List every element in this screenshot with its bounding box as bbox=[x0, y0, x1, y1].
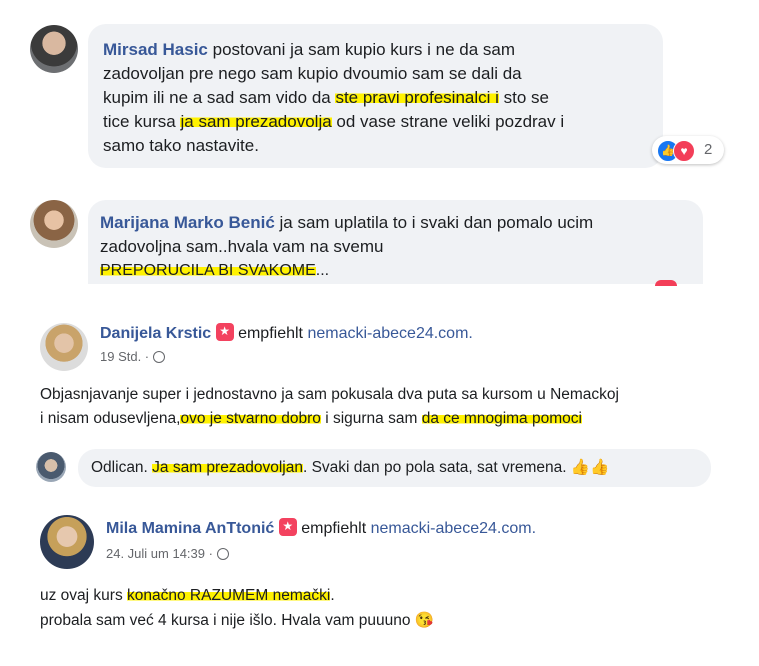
highlight: ovo je stvarno dobro bbox=[180, 410, 321, 427]
comment-line: zadovoljan pre nego sam kupio dvoumio sa… bbox=[103, 64, 522, 83]
comment-line: samo tako nastavite. bbox=[103, 136, 259, 155]
comment-line: ... bbox=[315, 262, 330, 279]
post-text-mila: uz ovaj kurs konačno RAZUMEM nemački. pr… bbox=[40, 583, 434, 633]
highlight: konačno RAZUMEM nemački bbox=[127, 587, 331, 604]
reply-line: Odlican. bbox=[91, 459, 153, 476]
comment-text-marijana: Marijana Marko Benić ja sam uplatila to … bbox=[100, 211, 700, 283]
recommends-text: empfiehlt bbox=[238, 325, 303, 342]
avatar-marijana[interactable] bbox=[30, 200, 78, 248]
recommends-text: empfiehlt bbox=[301, 520, 367, 537]
comment-line: kupim ili ne a sad sam vido da bbox=[103, 88, 336, 107]
post-line: uz ovaj kurs bbox=[40, 587, 128, 604]
comment-line: od vase strane veliki pozdrav i bbox=[331, 112, 565, 131]
author-mirsad[interactable]: Mirsad Hasic bbox=[103, 40, 208, 59]
avatar-mila[interactable] bbox=[40, 515, 94, 569]
post-header-mila: Mila Mamina AnTtonić ★ empfiehlt nemacki… bbox=[106, 518, 536, 538]
timestamp[interactable]: 24. Juli um 14:39 · bbox=[106, 546, 213, 561]
love-reaction-icon: ♥ bbox=[673, 140, 695, 162]
page-link[interactable]: nemacki-abece24.com. bbox=[371, 520, 536, 537]
avatar-mirsad[interactable] bbox=[30, 25, 78, 73]
comment-line: tice kursa bbox=[103, 112, 181, 131]
post-meta-mila: 24. Juli um 14:39 · bbox=[106, 546, 229, 561]
post-text-danijela: Objasnjavanje super i jednostavno ja sam… bbox=[40, 383, 619, 431]
globe-icon bbox=[216, 548, 229, 560]
post-line: i sigurna sam bbox=[320, 410, 422, 427]
comment-line: ja sam uplatila to i svaki dan pomalo uc… bbox=[279, 213, 594, 232]
highlight: ja sam prezadovolja bbox=[180, 112, 332, 131]
comment-line: sto se bbox=[498, 88, 550, 107]
author-mila[interactable]: Mila Mamina AnTtonić bbox=[106, 520, 274, 537]
reaction-icon-cut bbox=[655, 280, 677, 286]
recommend-icon: ★ bbox=[215, 323, 234, 341]
post-header-danijela: Danijela Krstic ★ empfiehlt nemacki-abec… bbox=[100, 323, 473, 343]
highlight: Ja sam prezadovoljan bbox=[152, 459, 303, 476]
reply-text: Odlican. Ja sam prezadovoljan. Svaki dan… bbox=[91, 458, 610, 477]
post-line: . bbox=[330, 587, 335, 604]
reply-line: . Svaki dan po pola sata, sat vremena. 👍… bbox=[302, 459, 610, 476]
comment-line: postovani ja sam kupio kurs i ne da sam bbox=[212, 40, 515, 59]
post-line: Objasnjavanje super i jednostavno ja sam… bbox=[40, 386, 619, 403]
author-marijana[interactable]: Marijana Marko Benić bbox=[100, 213, 275, 232]
highlight: ste pravi profesinalci i bbox=[335, 88, 499, 107]
timestamp[interactable]: 19 Std. · bbox=[100, 349, 149, 364]
avatar-danijela[interactable] bbox=[40, 323, 88, 371]
page-link[interactable]: nemacki-abece24.com. bbox=[307, 325, 472, 342]
comment-line: zadovoljna sam..hvala vam na svemu bbox=[100, 237, 384, 256]
comment-text-mirsad: Mirsad Hasic postovani ja sam kupio kurs… bbox=[103, 38, 658, 158]
recommend-icon: ★ bbox=[278, 518, 297, 536]
post-line: probala sam već 4 kursa i nije išlo. Hva… bbox=[40, 612, 435, 629]
highlight: PREPORUCILA BI SVAKOME bbox=[100, 262, 316, 279]
globe-icon bbox=[152, 351, 165, 363]
post-line: i nisam odusevljena, bbox=[40, 410, 181, 427]
avatar-reply[interactable] bbox=[36, 452, 66, 482]
author-danijela[interactable]: Danijela Krstic bbox=[100, 325, 211, 342]
post-meta-danijela: 19 Std. · bbox=[100, 349, 165, 364]
reaction-count: 2 bbox=[704, 141, 713, 158]
reaction-pill[interactable]: 👍 ♥ 2 bbox=[652, 136, 724, 164]
highlight: da ce mnogima pomoci bbox=[421, 410, 582, 427]
